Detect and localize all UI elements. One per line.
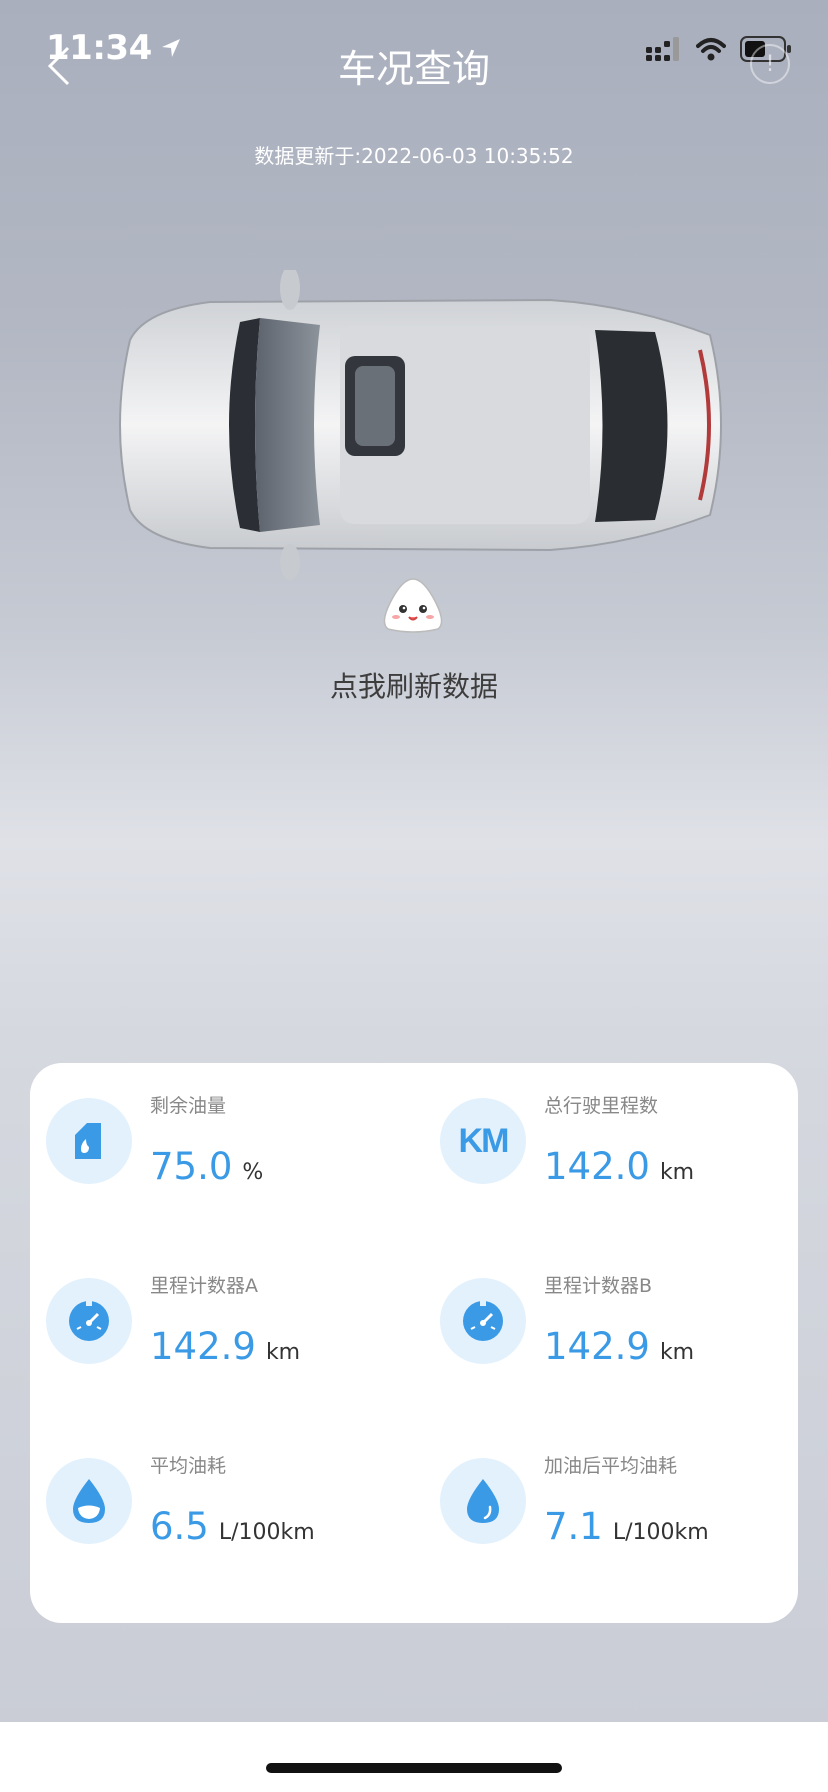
refresh-data-button[interactable]: 点我刷新数据 <box>0 665 828 705</box>
km-icon: KM <box>440 1098 526 1184</box>
fuel-drop-icon <box>440 1458 526 1544</box>
info-icon[interactable]: ! <box>750 44 790 84</box>
bottom-safe-area <box>0 1722 828 1792</box>
car-image <box>119 270 722 580</box>
metric-value: 6.5 <box>150 1505 209 1548</box>
fuel-can-icon <box>46 1098 132 1184</box>
metric-value: 75.0 <box>150 1145 233 1188</box>
metric-total-mileage: KM 总行驶里程数 142.0 km <box>424 1063 808 1213</box>
metric-unit: km <box>659 1160 695 1185</box>
metric-unit: L/100km <box>218 1520 315 1545</box>
metric-label: 里程计数器A <box>150 1275 258 1297</box>
metric-label: 加油后平均油耗 <box>544 1455 678 1477</box>
metric-remaining-fuel: 剩余油量 75.0% <box>30 1063 414 1213</box>
metric-unit: km <box>659 1340 695 1365</box>
metric-unit: % <box>242 1160 264 1185</box>
km-icon-text: KM <box>458 1121 510 1160</box>
metric-label: 里程计数器B <box>544 1275 653 1297</box>
vehicle-status-card: 剩余油量 75.0% KM 总行驶里程数 142.0 km 里程计数器A 142.… <box>30 1063 798 1623</box>
metric-value: 142.9 <box>150 1325 256 1368</box>
metric-value: 142.0 <box>544 1145 650 1188</box>
page-title: 车况查询 <box>337 47 490 91</box>
metric-avg-consumption-after-refuel: 加油后平均油耗 7.1 L/100km <box>424 1423 808 1573</box>
home-indicator[interactable] <box>266 1763 562 1773</box>
metric-label: 总行驶里程数 <box>544 1095 659 1117</box>
metric-trip-a: 里程计数器A 142.9 km <box>30 1243 414 1393</box>
metric-unit: km <box>265 1340 301 1365</box>
odometer-icon <box>46 1278 132 1364</box>
metric-avg-consumption: 平均油耗 6.5 L/100km <box>30 1423 414 1573</box>
metric-trip-b: 里程计数器B 142.9 km <box>424 1243 808 1393</box>
metric-value: 142.9 <box>544 1325 650 1368</box>
metric-value: 7.1 <box>544 1505 603 1548</box>
fuel-drop-icon <box>46 1458 132 1544</box>
update-timestamp: 数据更新于:2022-06-03 10:35:52 <box>254 144 574 168</box>
metric-label: 剩余油量 <box>150 1095 227 1117</box>
metric-unit: L/100km <box>612 1520 709 1545</box>
metric-label: 平均油耗 <box>150 1455 227 1477</box>
refresh-mascot-icon[interactable] <box>380 575 446 635</box>
odometer-icon <box>440 1278 526 1364</box>
